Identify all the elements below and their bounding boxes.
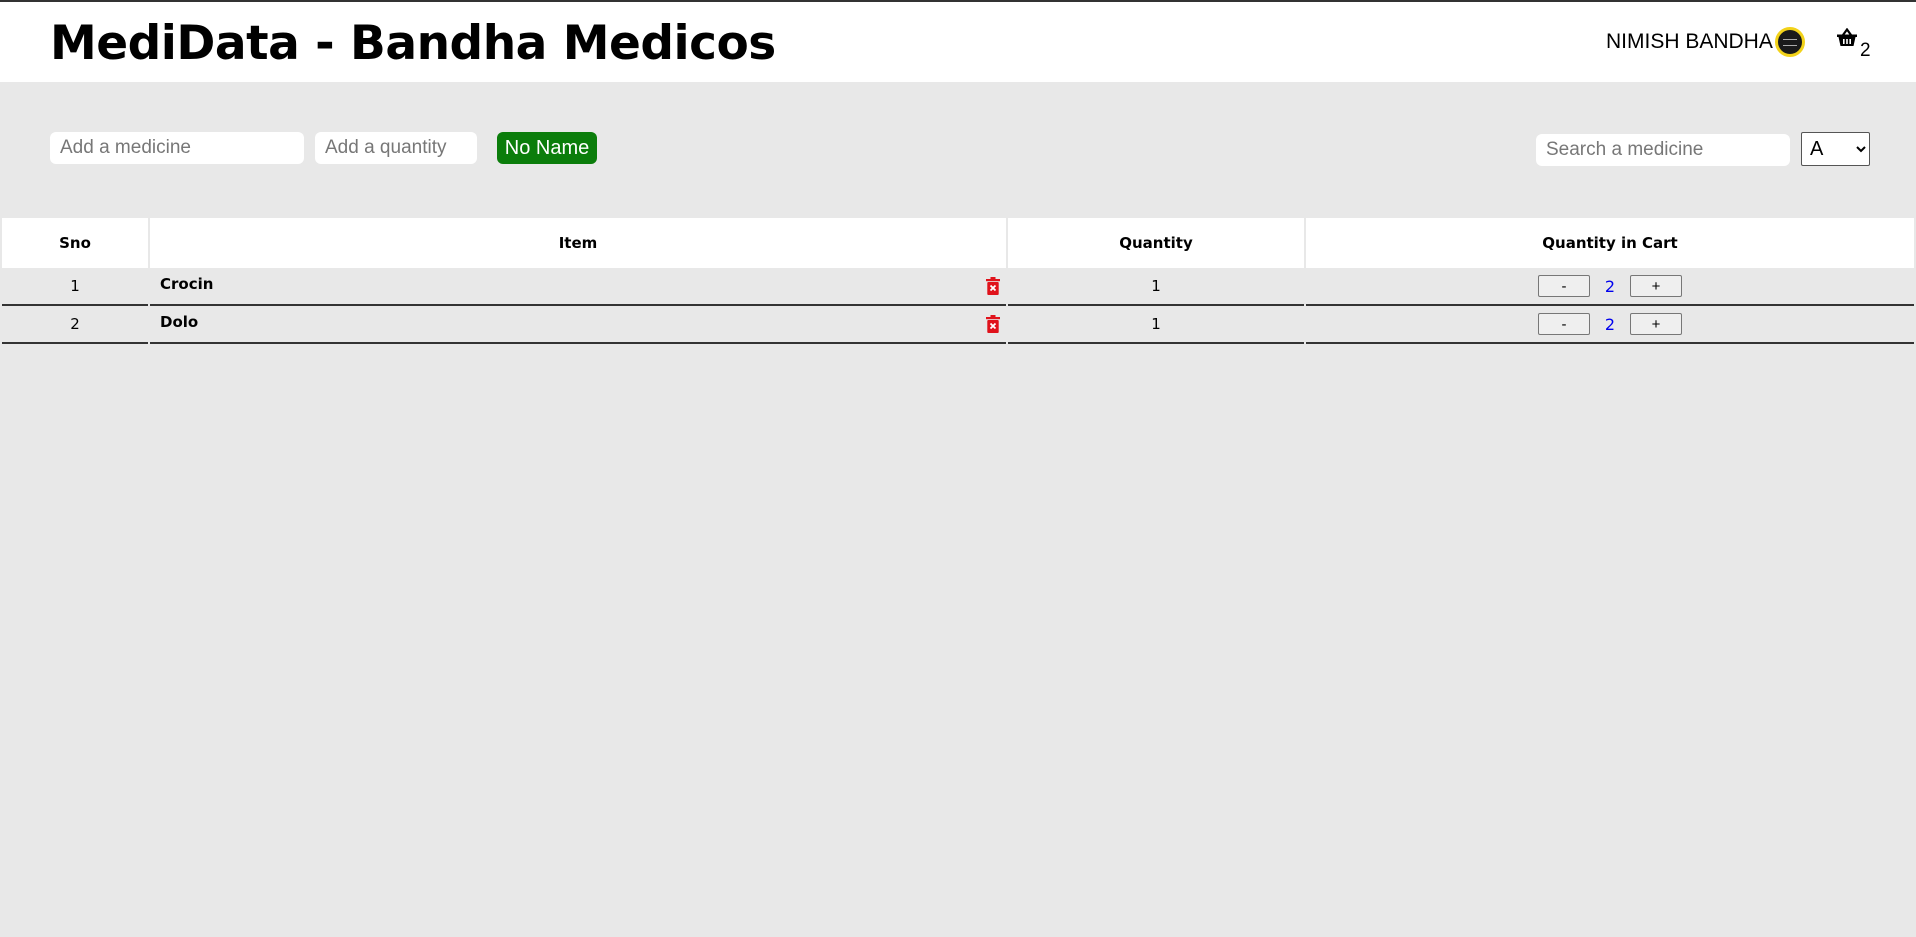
increment-button[interactable]: + — [1630, 275, 1682, 297]
column-header-item: Item — [150, 218, 1006, 268]
column-header-sno: Sno — [2, 218, 148, 268]
avatar-logo — [1783, 38, 1797, 46]
cart-quantity-value: 2 — [1604, 314, 1616, 334]
row-item: Crocin — [150, 268, 1006, 306]
sort-select[interactable]: A — [1801, 132, 1870, 166]
increment-button[interactable]: + — [1630, 313, 1682, 335]
quantity-input[interactable] — [315, 132, 477, 164]
basket-icon — [1837, 28, 1857, 46]
cart-button[interactable]: 2 — [1836, 28, 1876, 62]
user-name[interactable]: NIMISH BANDHA — [1606, 30, 1773, 54]
row-quantity: 1 — [1008, 268, 1304, 306]
item-name: Dolo — [160, 313, 199, 331]
cart-count: 2 — [1860, 40, 1871, 61]
row-cart-controls: - 2 + — [1306, 268, 1914, 306]
row-item: Dolo — [150, 306, 1006, 344]
decrement-button[interactable]: - — [1538, 313, 1590, 335]
app-header: MediData - Bandha Medicos NIMISH BANDHA … — [0, 2, 1916, 82]
avatar[interactable] — [1775, 27, 1805, 57]
app-title: MediData - Bandha Medicos — [50, 16, 776, 71]
column-header-quantity-in-cart: Quantity in Cart — [1306, 218, 1914, 268]
cart-quantity-value: 2 — [1604, 276, 1616, 296]
table-row: 2 Dolo 1 - 2 + — [2, 306, 1914, 344]
row-cart-controls: - 2 + — [1306, 306, 1914, 344]
search-input[interactable] — [1536, 134, 1790, 166]
decrement-button[interactable]: - — [1538, 275, 1590, 297]
add-medicine-button[interactable]: No Name — [497, 132, 597, 164]
trash-icon[interactable] — [986, 315, 1000, 333]
medicine-table: Sno Item Quantity Quantity in Cart 1 Cro… — [0, 218, 1916, 344]
row-sno: 2 — [2, 306, 148, 344]
column-header-quantity: Quantity — [1008, 218, 1304, 268]
row-sno: 1 — [2, 268, 148, 306]
trash-icon[interactable] — [986, 277, 1000, 295]
quantity-stepper: - 2 + — [1538, 313, 1682, 335]
medicine-input[interactable] — [50, 132, 304, 164]
table-header-row: Sno Item Quantity Quantity in Cart — [2, 218, 1914, 268]
item-name: Crocin — [160, 275, 214, 293]
quantity-stepper: - 2 + — [1538, 275, 1682, 297]
table-row: 1 Crocin 1 - 2 + — [2, 268, 1914, 306]
row-quantity: 1 — [1008, 306, 1304, 344]
